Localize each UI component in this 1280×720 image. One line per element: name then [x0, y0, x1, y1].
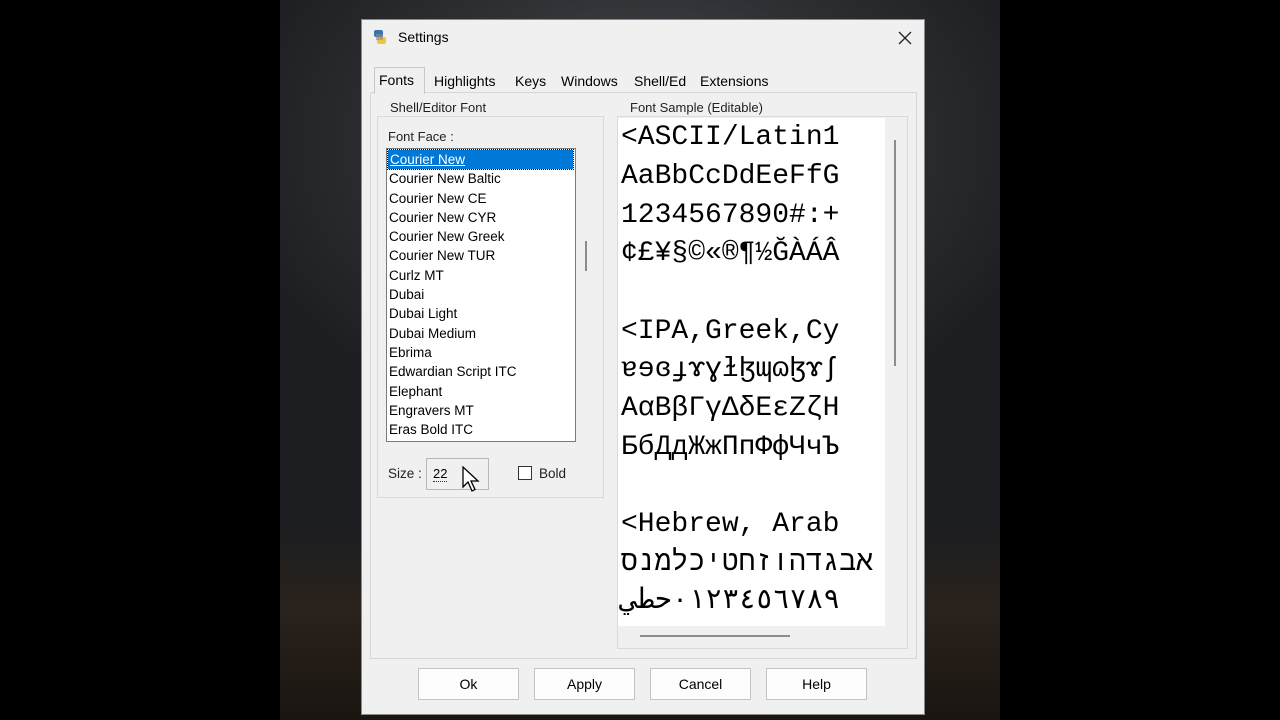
- font-sample-group-title: Font Sample (Editable): [627, 100, 766, 115]
- tab-bar: Fonts Highlights Keys Windows Shell/Ed E…: [370, 67, 910, 94]
- font-list-item[interactable]: Engravers MT: [387, 401, 575, 420]
- font-list-item[interactable]: Courier New CE: [387, 189, 575, 208]
- close-button[interactable]: [892, 25, 918, 51]
- font-list-scrollbar[interactable]: [585, 241, 587, 271]
- apply-button[interactable]: Apply: [534, 668, 635, 700]
- mouse-pointer-icon: [462, 466, 480, 492]
- sample-line: AaBbCcDdEeFfG: [621, 161, 840, 192]
- font-list-item[interactable]: Courier New Baltic: [387, 169, 575, 188]
- size-label: Size :: [388, 466, 422, 481]
- font-face-label: Font Face :: [388, 129, 454, 144]
- font-list-item[interactable]: Elephant: [387, 382, 575, 401]
- help-button[interactable]: Help: [766, 668, 867, 700]
- settings-dialog: Settings Fonts Highlights Keys Windows S…: [361, 19, 925, 715]
- tab-extensions[interactable]: Extensions: [696, 70, 772, 92]
- tab-fonts[interactable]: Fonts: [374, 67, 425, 94]
- font-list-item[interactable]: Courier New: [387, 149, 574, 171]
- bold-label: Bold: [539, 466, 567, 481]
- sample-horizontal-scrollbar[interactable]: [640, 635, 790, 637]
- font-list-item[interactable]: Courier New Greek: [387, 227, 575, 246]
- font-list-item[interactable]: Curlz MT: [387, 266, 575, 285]
- font-list-item[interactable]: Ebrima: [387, 343, 575, 362]
- sample-line: ٠١٢٣٤٥٦٧٨٩حطي: [621, 586, 841, 617]
- window-title: Settings: [398, 29, 449, 45]
- font-list-item[interactable]: Dubai: [387, 285, 575, 304]
- font-list-item[interactable]: Courier New TUR: [387, 246, 575, 265]
- sample-line: אבגדהוזחטיכלמנס: [621, 548, 874, 579]
- font-list-item[interactable]: Courier New CYR: [387, 208, 575, 227]
- size-value: 22: [433, 466, 448, 482]
- font-list-item[interactable]: Eras Bold ITC: [387, 420, 575, 439]
- close-icon: [898, 31, 912, 45]
- sample-line: БбДдЖжПпФфЧчЪ: [621, 432, 840, 463]
- font-face-listbox[interactable]: Courier New Courier New Baltic Courier N…: [386, 148, 576, 442]
- cancel-button[interactable]: Cancel: [650, 668, 751, 700]
- tab-keys[interactable]: Keys: [511, 70, 550, 92]
- sample-vertical-scrollbar[interactable]: [894, 140, 896, 366]
- sample-line: <Hebrew, Arab: [621, 509, 840, 540]
- sample-line: ¢£¥§©«®¶½ĞÀÁÂ: [621, 238, 840, 269]
- python-idle-icon: [374, 30, 386, 44]
- sample-line: ɐɘɞɟɤɣɫɮɰɷɮɤʃ: [621, 354, 840, 385]
- font-list-item[interactable]: Dubai Medium: [387, 324, 575, 343]
- ok-button[interactable]: Ok: [418, 668, 519, 700]
- bold-checkbox[interactable]: [518, 466, 532, 480]
- tab-windows[interactable]: Windows: [557, 70, 622, 92]
- sample-line: <IPA,Greek,Cy: [621, 316, 840, 347]
- font-list-item[interactable]: Edwardian Script ITC: [387, 362, 575, 381]
- sample-line: <ASCII/Latin1: [621, 122, 840, 153]
- tab-shell-ed[interactable]: Shell/Ed: [630, 70, 690, 92]
- sample-line: AαBβΓγΔδEεZζH: [621, 393, 840, 424]
- sample-line: 1234567890#:+: [621, 200, 840, 231]
- font-list-item[interactable]: Dubai Light: [387, 304, 575, 323]
- shell-editor-font-group-title: Shell/Editor Font: [387, 100, 490, 115]
- font-sample-text[interactable]: <ASCII/Latin1 AaBbCcDdEeFfG 1234567890#:…: [618, 118, 885, 626]
- title-bar: Settings: [362, 20, 924, 56]
- tab-highlights[interactable]: Highlights: [430, 70, 499, 92]
